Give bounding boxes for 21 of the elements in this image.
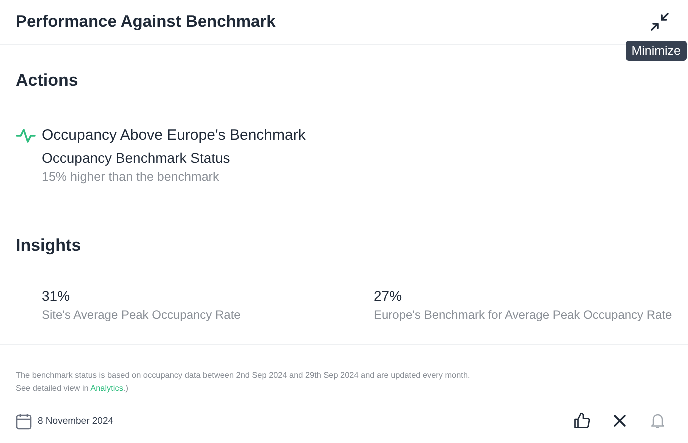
tooltip: Minimize <box>626 41 687 61</box>
panel-title: Performance Against Benchmark <box>16 12 276 32</box>
date-label: 8 November 2024 <box>38 416 114 426</box>
action-title: Occupancy Above Europe's Benchmark <box>42 127 306 144</box>
section-heading: Actions <box>16 71 80 91</box>
minimize-button[interactable] <box>648 10 672 34</box>
footnote: The benchmark status is based on occupancy data between 2nd Sep 2024 and 29th Sep 2024 and are updated every month. See detailed view in Analytics.) <box>16 370 472 395</box>
action-subtitle: Occupancy Benchmark Status <box>42 150 232 166</box>
metric-label: Europe's Benchmark for Average Peak Occupancy Rate <box>374 308 672 322</box>
metric-value: 27% <box>374 288 404 304</box>
analytics-link[interactable]: Analytics <box>90 384 124 393</box>
bell-icon <box>649 412 667 430</box>
pulse-icon <box>16 128 36 144</box>
section-heading: Insights <box>16 236 82 256</box>
close-icon <box>612 413 628 429</box>
metric-value: 31% <box>42 288 72 304</box>
minimize-icon <box>650 12 670 32</box>
calendar-icon <box>16 412 32 430</box>
thumbs-up-icon <box>573 412 591 430</box>
action-detail: 15% higher than the benchmark <box>42 170 220 184</box>
metric-label: Site's Average Peak Occupancy Rate <box>42 308 242 322</box>
